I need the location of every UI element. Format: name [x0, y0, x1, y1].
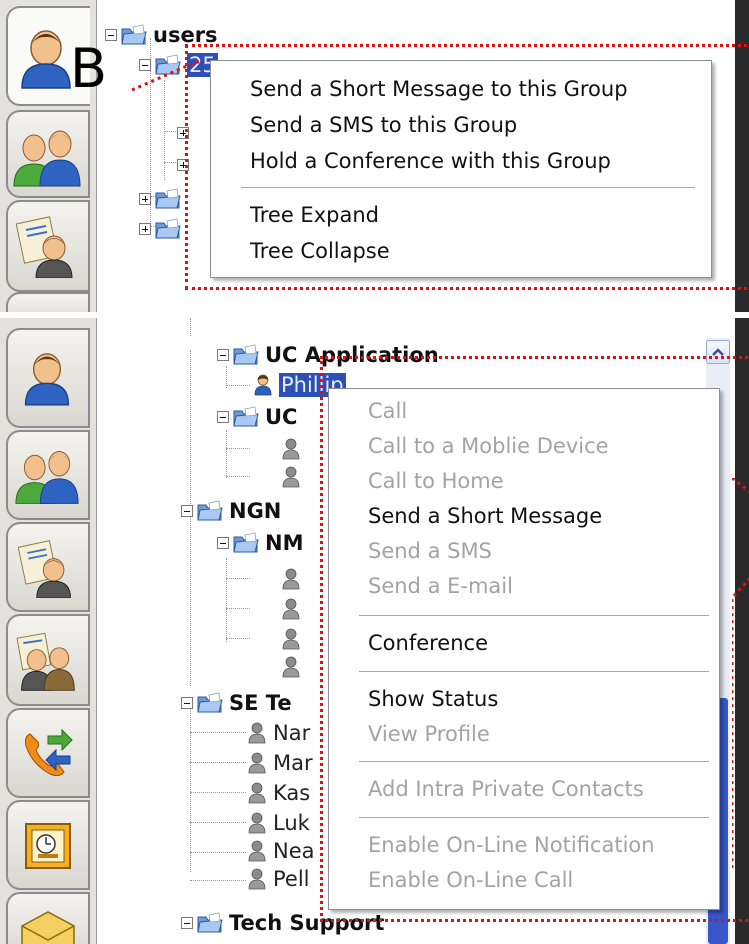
tab-person[interactable]	[6, 328, 90, 428]
tree-node-user[interactable]	[281, 436, 307, 462]
folder-icon	[233, 406, 259, 428]
folder-icon	[197, 912, 223, 934]
user-offline-icon	[281, 438, 301, 460]
tree-node-nm[interactable]: NM	[217, 530, 303, 556]
tab-contact-card[interactable]	[6, 522, 90, 612]
collapse-toggle-icon[interactable]	[181, 697, 193, 709]
expand-toggle-icon[interactable]	[139, 193, 151, 205]
tree-node-user[interactable]: Luk	[247, 810, 310, 836]
tree-node-uc[interactable]: UC	[217, 404, 297, 430]
tree-node-user[interactable]: Kas	[247, 780, 310, 806]
tree-node-user[interactable]: Mar	[247, 750, 313, 776]
tree-node-user[interactable]	[281, 626, 307, 652]
folder-icon	[155, 188, 181, 210]
tree-node-collapsed[interactable]	[139, 186, 187, 212]
mail-icon	[21, 911, 75, 944]
user-offline-icon	[281, 656, 301, 678]
highlight-box	[320, 356, 749, 922]
user-offline-icon	[247, 782, 267, 804]
phone-transfer-icon	[25, 728, 73, 777]
user-offline-icon	[247, 722, 267, 744]
tree-node-label: UC	[265, 405, 298, 429]
highlight-connector	[131, 60, 202, 92]
group-icon	[13, 130, 81, 187]
group-contacts-icon	[16, 632, 75, 691]
user-offline-icon	[281, 628, 301, 650]
user-offline-icon	[281, 568, 301, 590]
contact-card-icon	[16, 216, 73, 278]
tab-phone-transfer[interactable]	[6, 708, 90, 798]
tree-node-user[interactable]	[281, 596, 307, 622]
collapse-toggle-icon[interactable]	[217, 411, 229, 423]
tree-node-label: Nar	[273, 721, 311, 745]
collapse-toggle-icon[interactable]	[181, 505, 193, 517]
tree-node-user[interactable]: Nea	[247, 838, 315, 864]
tree-node-label: NGN	[229, 499, 282, 523]
folder-icon	[233, 532, 259, 554]
tree-node-se-team[interactable]: SE Te	[181, 690, 292, 716]
user-offline-icon	[247, 812, 267, 834]
highlight-connector	[732, 478, 749, 868]
tab-group[interactable]	[6, 110, 90, 198]
tab-group-contacts[interactable]	[6, 292, 90, 312]
highlight-box	[185, 44, 749, 290]
top-panel: users 25 Send a Short Message to this Gr…	[0, 0, 749, 312]
user-offline-icon	[247, 752, 267, 774]
folder-icon	[121, 24, 147, 46]
calendar-icon	[25, 823, 71, 869]
tree-node-label: SE Te	[229, 691, 292, 715]
tree-node-label: Mar	[273, 751, 313, 775]
user-offline-icon	[281, 466, 301, 488]
tree-node-user[interactable]	[281, 464, 307, 490]
tree-node-ngn[interactable]: NGN	[181, 498, 281, 524]
tree-node-label: NM	[265, 531, 304, 555]
expand-toggle-icon[interactable]	[139, 223, 151, 235]
tree-node-user[interactable]: Pell	[247, 866, 310, 892]
sidebar	[0, 318, 97, 944]
collapse-toggle-icon[interactable]	[217, 349, 229, 361]
folder-icon	[197, 692, 223, 714]
user-offline-icon	[247, 868, 267, 890]
bottom-panel: UC Application Phillip UC NGN NM SE Te N…	[0, 318, 749, 944]
folder-icon	[155, 218, 181, 240]
tree-node-user[interactable]	[281, 654, 307, 680]
folder-icon	[197, 500, 223, 522]
tree-node-user[interactable]	[281, 566, 307, 592]
user-icon	[253, 374, 273, 396]
annotation-marker: B	[70, 37, 108, 100]
tree-node-collapsed[interactable]	[139, 216, 187, 242]
tab-group[interactable]	[6, 430, 90, 520]
tree-node-label: Nea	[273, 839, 315, 863]
tree-node-label: Luk	[273, 811, 310, 835]
user-offline-icon	[247, 840, 267, 862]
tab-contact-card[interactable]	[6, 200, 90, 292]
user-offline-icon	[281, 598, 301, 620]
group-icon	[15, 451, 79, 504]
tab-calendar[interactable]	[6, 800, 90, 890]
person-icon	[21, 30, 71, 89]
tree-node-label: Kas	[273, 781, 311, 805]
collapse-toggle-icon[interactable]	[217, 537, 229, 549]
collapse-toggle-icon[interactable]	[181, 917, 193, 929]
tab-group-contacts[interactable]	[6, 614, 90, 706]
tree-node-user[interactable]: Nar	[247, 720, 310, 746]
folder-icon	[233, 344, 259, 366]
tab-mail[interactable]	[6, 892, 90, 944]
person-icon	[24, 353, 70, 406]
tree-node-label: Pell	[273, 867, 310, 891]
contact-card-icon	[18, 540, 71, 598]
